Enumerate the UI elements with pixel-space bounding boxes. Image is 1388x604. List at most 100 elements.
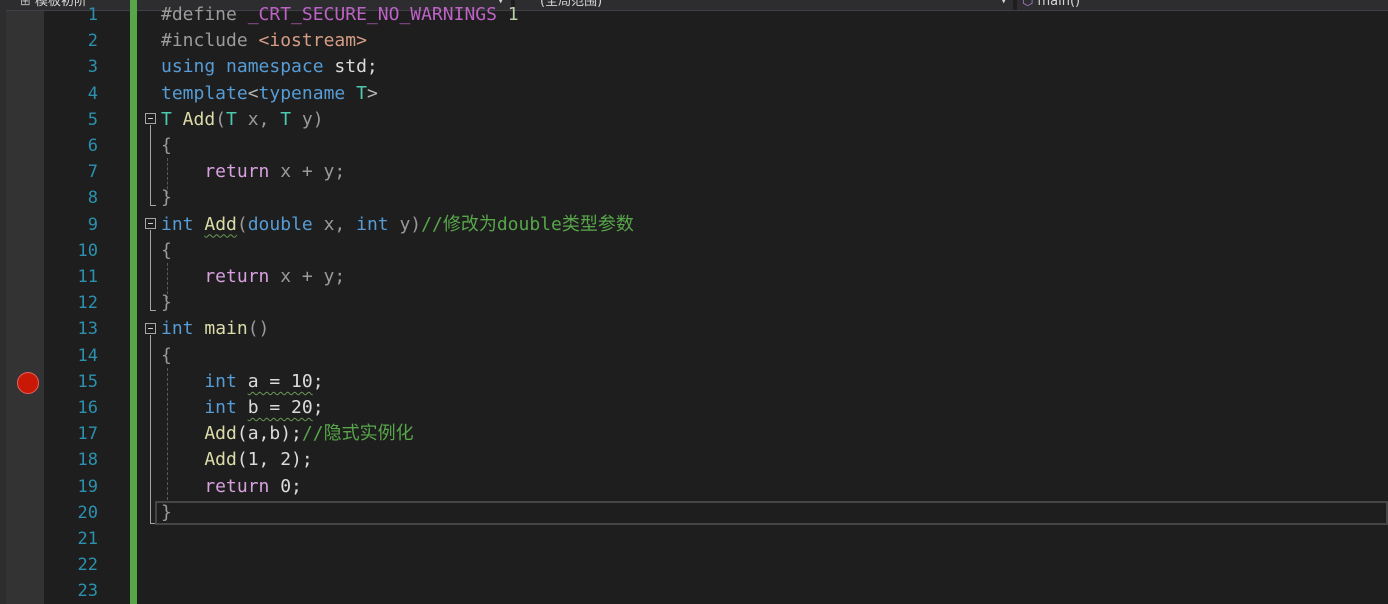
code-token: x + y;	[269, 266, 346, 287]
line-number: 16	[77, 398, 98, 418]
line-number: 4	[87, 83, 98, 104]
code-line[interactable]: return x + y;	[161, 159, 345, 185]
line-number: 22	[77, 555, 98, 576]
code-token: Add	[171, 108, 216, 130]
line-number: 19	[77, 476, 98, 497]
code-line[interactable]: }	[161, 290, 172, 316]
code-line[interactable]: using namespace std;	[161, 54, 378, 80]
code-token: {	[161, 135, 172, 156]
code-line[interactable]: int a = 10;	[161, 369, 324, 395]
collapse-toggle-add-template[interactable]	[145, 113, 156, 124]
scope-dropdown[interactable]: (全局范围)	[540, 0, 602, 10]
breakpoint-margin[interactable]	[6, 11, 44, 604]
code-token: //隐式实例化	[301, 423, 414, 445]
line-number: 13	[77, 319, 98, 340]
current-line-highlight	[155, 501, 1388, 525]
code-token: int	[161, 213, 194, 235]
member-dropdown[interactable]: ⬡ main()	[1022, 0, 1080, 10]
code-token: #define	[161, 4, 248, 25]
code-token: (	[236, 213, 248, 235]
line-number: 17	[77, 424, 98, 445]
line-number: 3	[87, 57, 98, 78]
code-line[interactable]: Add(a,b);//隐式实例化	[161, 421, 414, 447]
code-token: >	[366, 82, 378, 104]
nav-separator	[1013, 0, 1017, 10]
code-line[interactable]: #define _CRT_SECURE_NO_WARNINGS 1	[161, 2, 519, 28]
code-line[interactable]: {	[161, 133, 172, 159]
outline-guide	[150, 125, 151, 205]
code-line[interactable]: {	[161, 238, 172, 264]
code-token: }	[161, 187, 172, 209]
line-number: 5	[87, 109, 98, 130]
code-token: Add	[161, 423, 237, 445]
code-token: 1	[496, 4, 519, 25]
code-token: template	[161, 82, 248, 104]
outline-guide	[150, 335, 151, 523]
code-line[interactable]: int Add(double x, int y)//修改为double类型参数	[161, 212, 634, 238]
code-token: #include	[161, 30, 259, 52]
code-token: ;	[312, 397, 324, 418]
outline-guide	[150, 230, 151, 310]
line-number: 10	[77, 240, 98, 261]
code-token: <	[247, 82, 259, 104]
breakpoint-icon[interactable]	[17, 372, 39, 394]
line-number: 14	[77, 345, 98, 366]
line-number: 23	[77, 581, 98, 602]
collapse-toggle-main[interactable]	[145, 323, 156, 334]
code-line[interactable]: template<typename T>	[161, 81, 378, 107]
code-token: int	[161, 370, 237, 392]
code-token: Add	[204, 213, 237, 235]
code-token: return	[161, 266, 270, 287]
code-token: typename	[258, 82, 346, 104]
cube-icon: ⬡	[1022, 0, 1034, 9]
outline-guide-end	[150, 205, 156, 206]
code-line[interactable]: {	[161, 343, 172, 369]
line-number: 8	[87, 188, 98, 209]
code-token: T	[161, 108, 172, 130]
code-line[interactable]: return 0;	[161, 474, 302, 500]
code-token: double	[247, 213, 313, 235]
code-token: ;	[312, 370, 324, 392]
member-dropdown-label: main()	[1037, 0, 1081, 9]
line-number: 6	[87, 136, 98, 156]
code-token: T	[226, 108, 237, 130]
code-token: std;	[334, 56, 378, 78]
code-token: }	[161, 501, 172, 523]
line-number: 7	[87, 162, 98, 183]
code-line[interactable]: #include <iostream>	[161, 28, 367, 54]
code-token: x,	[312, 213, 357, 235]
line-number: 18	[77, 450, 98, 471]
code-line[interactable]: Add(1, 2);	[161, 447, 313, 473]
code-token: x + y;	[269, 161, 346, 183]
line-number: 21	[77, 529, 98, 549]
code-token: Add	[161, 449, 237, 471]
line-number: 15	[77, 371, 98, 392]
code-line[interactable]: T Add(T x, T y)	[161, 107, 324, 133]
code-token: {	[161, 344, 172, 366]
code-token: T	[280, 108, 292, 130]
code-line[interactable]: }	[161, 185, 172, 211]
code-token: x,	[236, 108, 281, 130]
code-token: int	[356, 213, 389, 235]
code-token: return	[161, 475, 270, 497]
code-token: _CRT_SECURE_NO_WARNINGS	[247, 4, 497, 25]
code-token: (1, 2);	[236, 449, 313, 471]
line-number: 2	[87, 31, 98, 52]
code-token: a = 10	[247, 370, 313, 392]
code-token: main	[193, 318, 248, 340]
code-token: }	[161, 292, 172, 314]
change-tracking-bar	[130, 0, 137, 604]
code-token: 0;	[269, 475, 302, 497]
code-line[interactable]: }	[161, 500, 172, 526]
code-line[interactable]: int b = 20;	[161, 395, 324, 421]
code-token: int	[161, 397, 237, 418]
code-line[interactable]: int main()	[161, 316, 269, 342]
collapse-toggle-add-int[interactable]	[145, 218, 156, 229]
code-line[interactable]: return x + y;	[161, 264, 345, 290]
code-token: int	[161, 318, 194, 340]
chevron-down-icon[interactable]: ▼	[1001, 0, 1006, 6]
line-number: 9	[87, 214, 98, 235]
